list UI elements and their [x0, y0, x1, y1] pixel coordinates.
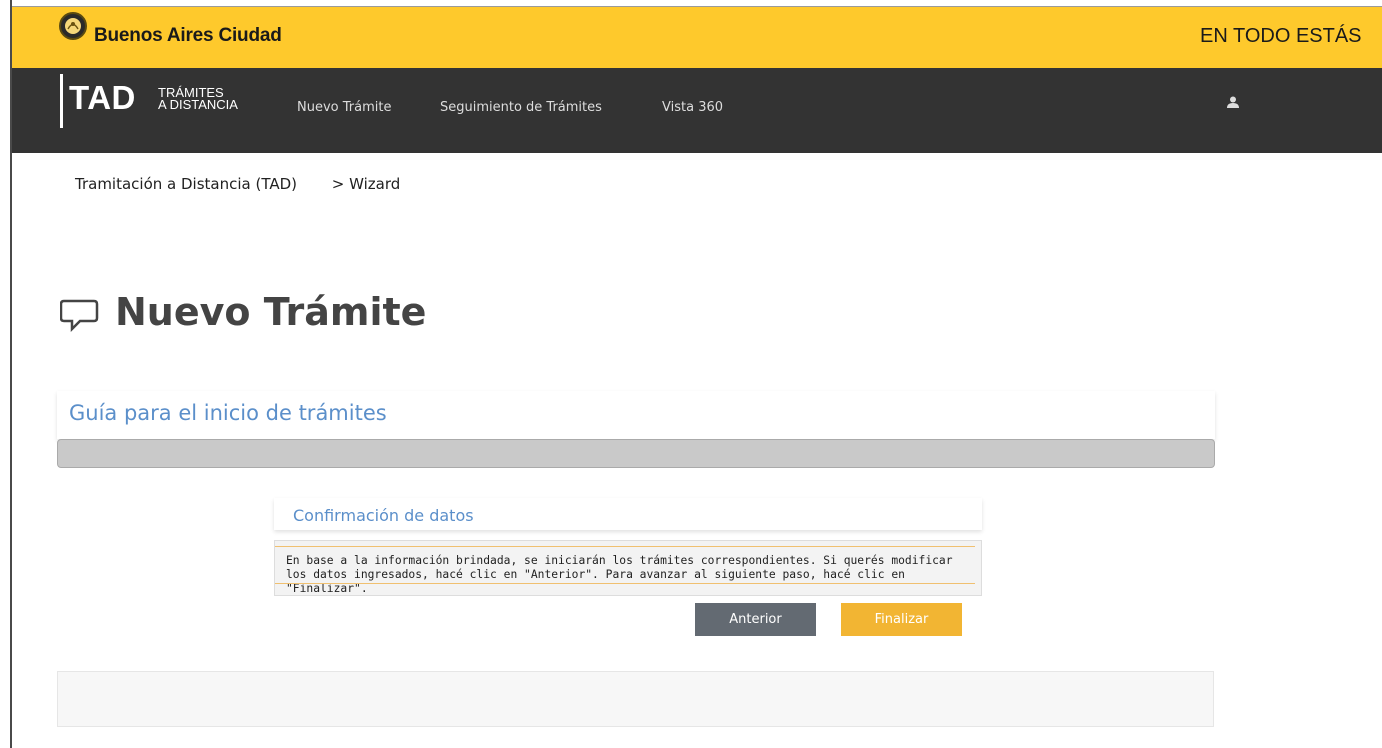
city-emblem-icon[interactable]	[59, 12, 87, 40]
confirm-message: En base a la información brindada, se in…	[286, 554, 953, 595]
tad-logo-subtitle-line2: A DISTANCIA	[158, 97, 238, 112]
tad-logo[interactable]: TAD	[69, 79, 136, 117]
wizard-progress-bar	[57, 439, 1215, 468]
confirm-title: Confirmación de datos	[293, 506, 474, 525]
guide-title: Guía para el inicio de trámites	[69, 401, 387, 425]
breadcrumb-item-tad[interactable]: Tramitación a Distancia (TAD)	[75, 175, 297, 193]
user-icon[interactable]	[1227, 93, 1239, 112]
message-divider-bottom	[275, 583, 975, 584]
nav-vista-360[interactable]: Vista 360	[662, 100, 723, 115]
nav-nuevo-tramite[interactable]: Nuevo Trámite	[297, 100, 391, 115]
breadcrumb: Tramitación a Distancia (TAD) > Wizard	[75, 175, 430, 193]
chat-bubble-icon	[60, 299, 99, 333]
brand-name[interactable]: Buenos Aires Ciudad	[94, 25, 282, 47]
message-divider-top	[275, 546, 975, 547]
guide-panel: Guía para el inicio de trámites	[57, 391, 1215, 439]
confirm-message-box: En base a la información brindada, se in…	[274, 540, 982, 596]
nav-seguimiento-tramites[interactable]: Seguimiento de Trámites	[440, 100, 602, 115]
anterior-button[interactable]: Anterior	[695, 603, 816, 636]
city-header: Buenos Aires Ciudad EN TODO ESTÁS	[12, 7, 1382, 68]
header-slogan: EN TODO ESTÁS	[1200, 25, 1362, 47]
footer-panel	[57, 671, 1214, 727]
finalizar-button[interactable]: Finalizar	[841, 603, 962, 636]
main-navbar: TAD TRÁMITES A DISTANCIA Nuevo Trámite S…	[12, 68, 1382, 153]
tad-logo-subtitle: TRÁMITES A DISTANCIA	[158, 86, 238, 112]
confirm-panel: Confirmación de datos	[274, 498, 982, 530]
tad-logo-bar	[60, 74, 63, 128]
page-title: Nuevo Trámite	[115, 290, 427, 334]
breadcrumb-item-wizard: > Wizard	[331, 175, 401, 193]
